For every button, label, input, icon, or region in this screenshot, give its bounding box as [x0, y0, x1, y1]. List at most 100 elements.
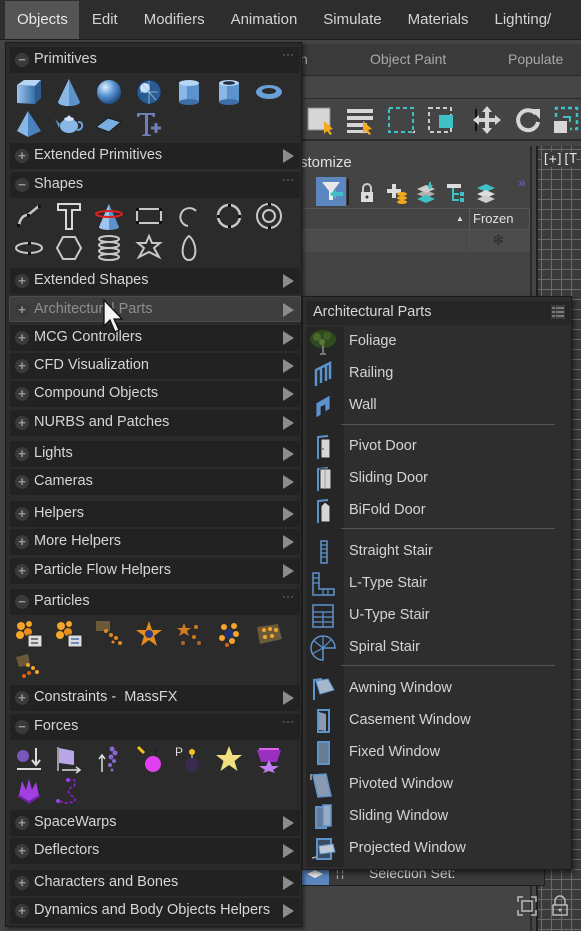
menu-item-bifold-door[interactable]: BiFold Door: [306, 495, 570, 527]
arc-icon[interactable]: [174, 201, 204, 231]
submenu-arrow-icon[interactable]: [283, 691, 294, 705]
menu-item-railing[interactable]: Railing: [306, 358, 570, 390]
menu-simulate[interactable]: Simulate: [310, 1, 394, 39]
expand-icon[interactable]: +: [15, 416, 29, 430]
section-more-helpers[interactable]: + More Helpers: [10, 529, 300, 555]
submenu-arrow-icon[interactable]: [283, 149, 294, 163]
super-spray-icon[interactable]: [174, 619, 204, 649]
more-options-icon[interactable]: ···: [282, 47, 294, 61]
submenu-arrow-icon[interactable]: [283, 274, 294, 288]
menu-item-u-type-stair[interactable]: U-Type Stair: [306, 600, 570, 632]
section-icon[interactable]: [94, 201, 124, 231]
submenu-arrow-icon[interactable]: [283, 447, 294, 461]
expand-icon[interactable]: +: [15, 904, 29, 918]
submenu-arrow-icon[interactable]: [283, 387, 294, 401]
expand-icon[interactable]: +: [15, 535, 29, 549]
section-extended-shapes[interactable]: + Extended Shapes: [10, 268, 300, 294]
section-primitives[interactable]: − Primitives ···: [10, 47, 300, 73]
menu-item-fixed-window[interactable]: Fixed Window: [306, 737, 570, 769]
menu-item-sliding-window[interactable]: Sliding Window: [306, 801, 570, 833]
hierarchy-icon[interactable]: [445, 182, 467, 204]
pf-source-list-icon[interactable]: [54, 619, 84, 649]
section-shapes[interactable]: − Shapes ···: [10, 172, 300, 198]
parray-icon[interactable]: [254, 619, 284, 649]
expand-icon[interactable]: +: [15, 387, 29, 401]
menu-item-spiral-stair[interactable]: Spiral Stair: [306, 632, 570, 664]
section-compound-objects[interactable]: + Compound Objects: [10, 381, 300, 407]
expand-icon[interactable]: +: [15, 331, 29, 345]
submenu-arrow-icon[interactable]: [283, 816, 294, 830]
submenu-arrow-icon[interactable]: [283, 507, 294, 521]
pcloud-icon[interactable]: [14, 651, 44, 681]
displace-icon[interactable]: [14, 776, 44, 806]
layers-icon[interactable]: [475, 181, 497, 205]
tube-icon[interactable]: [214, 77, 244, 107]
torus-icon[interactable]: [254, 77, 284, 107]
submenu-arrow-icon[interactable]: [283, 876, 294, 890]
submenu-arrow-icon[interactable]: [283, 359, 294, 373]
lock-icon[interactable]: [359, 182, 375, 204]
expand-icon[interactable]: +: [15, 844, 29, 858]
wind-icon[interactable]: [54, 744, 84, 774]
sphere-icon[interactable]: [94, 77, 124, 107]
menu-item-wall[interactable]: Wall: [306, 390, 570, 422]
section-deflectors[interactable]: + Deflectors: [10, 838, 300, 864]
submenu-arrow-icon[interactable]: [283, 844, 294, 858]
more-options-icon[interactable]: ···: [282, 714, 294, 728]
ellipse-icon[interactable]: [14, 233, 44, 263]
submenu-arrow-icon[interactable]: [283, 331, 294, 345]
cone-icon[interactable]: [54, 77, 84, 107]
section-particles[interactable]: − Particles ···: [10, 589, 300, 615]
plane-icon[interactable]: [94, 109, 124, 139]
filter-button[interactable]: [316, 177, 346, 206]
layers-add-selected-icon[interactable]: [415, 181, 437, 205]
section-extended-primitives[interactable]: + Extended Primitives: [10, 143, 300, 169]
submenu-arrow-icon[interactable]: [283, 564, 294, 578]
collapse-icon[interactable]: −: [15, 720, 29, 734]
rectangle-icon[interactable]: [134, 201, 164, 231]
table-row[interactable]: ❄: [300, 230, 530, 252]
teapot-icon[interactable]: [54, 109, 84, 139]
rectangular-selection-icon[interactable]: [387, 105, 415, 135]
menu-animation[interactable]: Animation: [218, 1, 311, 39]
pf-source-icon[interactable]: [14, 619, 44, 649]
window-crossing-icon[interactable]: [427, 105, 455, 135]
egg-icon[interactable]: [174, 233, 204, 263]
section-nurbs-and-patches[interactable]: + NURBS and Patches: [10, 410, 300, 436]
gravity-icon[interactable]: [14, 744, 44, 774]
maximize-viewport-icon[interactable]: [516, 895, 538, 917]
expand-icon[interactable]: +: [15, 564, 29, 578]
rotate-icon[interactable]: [514, 105, 542, 135]
menu-materials[interactable]: Materials: [395, 1, 482, 39]
pyramid-icon[interactable]: [14, 109, 44, 139]
collapse-icon[interactable]: −: [15, 53, 29, 67]
push-icon[interactable]: [214, 744, 244, 774]
column-frozen[interactable]: Frozen: [469, 209, 531, 230]
submenu-arrow-icon[interactable]: [283, 475, 294, 489]
select-object-icon[interactable]: [306, 105, 334, 135]
menu-item-pivot-door[interactable]: Pivot Door: [306, 431, 570, 463]
expand-icon[interactable]: +: [15, 303, 29, 317]
donut-icon[interactable]: [254, 201, 284, 231]
circle-icon[interactable]: [214, 201, 244, 231]
menu-item-l-type-stair[interactable]: L-Type Stair: [306, 568, 570, 600]
lock-selection-icon[interactable]: [551, 895, 569, 917]
expand-icon[interactable]: +: [15, 816, 29, 830]
helix-icon[interactable]: [94, 233, 124, 263]
expand-icon[interactable]: +: [15, 691, 29, 705]
submenu-arrow-icon[interactable]: [283, 535, 294, 549]
pin-icon[interactable]: ¦ ¦: [336, 869, 350, 880]
expand-icon[interactable]: +: [15, 359, 29, 373]
sort-ascending-icon[interactable]: ▲: [456, 214, 464, 223]
pbomb-icon[interactable]: P: [174, 744, 204, 774]
motor-icon[interactable]: [134, 744, 164, 774]
menu-item-projected-window[interactable]: Projected Window: [306, 833, 570, 865]
expand-icon[interactable]: +: [15, 475, 29, 489]
menu-item-pivoted-window[interactable]: Pivoted Window: [306, 769, 570, 801]
vortex-icon[interactable]: [254, 744, 284, 774]
section-constraints-massfx[interactable]: + Constraints - MassFX: [10, 685, 300, 711]
menu-objects[interactable]: Objects: [5, 0, 79, 39]
spray-icon[interactable]: [94, 619, 124, 649]
scale-icon[interactable]: [553, 105, 581, 135]
overflow-chevron-icon[interactable]: »: [518, 174, 526, 190]
